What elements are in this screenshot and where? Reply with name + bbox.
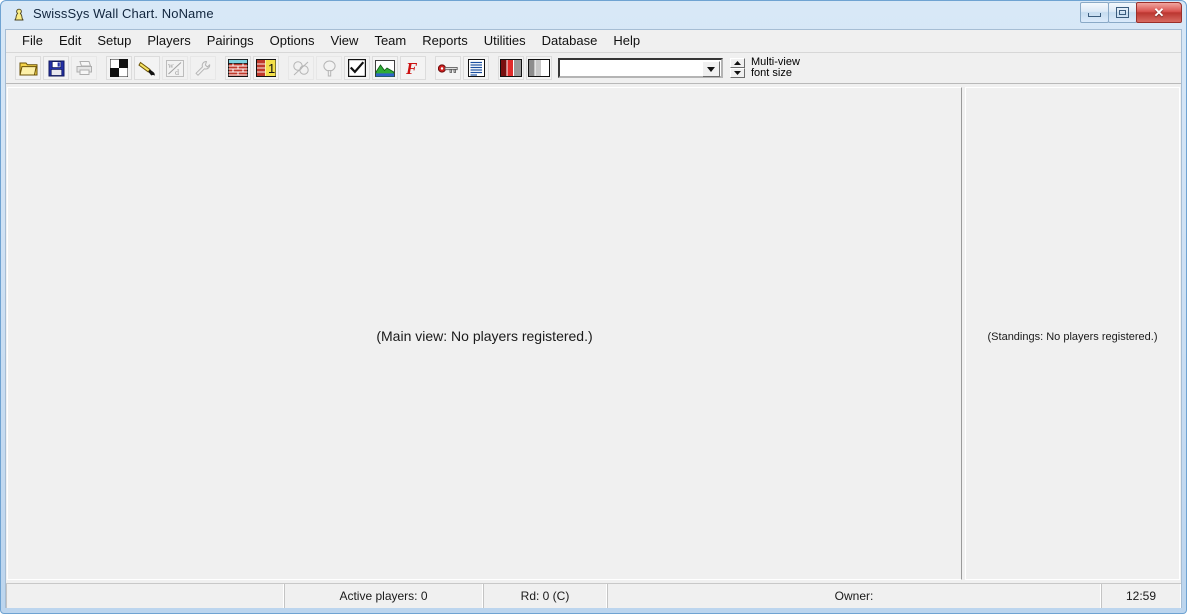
- status-cell-message: [6, 584, 284, 608]
- menu-item-database[interactable]: Database: [534, 30, 606, 52]
- round-one-button[interactable]: 1: [253, 56, 279, 80]
- menu-item-file[interactable]: File: [14, 30, 51, 52]
- print-button[interactable]: [71, 56, 97, 80]
- close-icon: ✕: [1153, 5, 1165, 20]
- checkbox-icon: [348, 59, 366, 77]
- chevron-down-icon[interactable]: [702, 61, 720, 77]
- save-floppy-icon: [48, 60, 65, 77]
- edit-pencil-button[interactable]: [134, 56, 160, 80]
- svg-text:F: F: [405, 59, 418, 77]
- menu-item-setup[interactable]: Setup: [89, 30, 139, 52]
- menu-bar: File Edit Setup Players Pairings Options…: [6, 30, 1181, 53]
- toolbar-separator: [491, 56, 498, 80]
- landscape-image-icon: [375, 59, 395, 77]
- application-window: SwissSys Wall Chart. NoName ✕ File Edit …: [0, 0, 1187, 614]
- minimize-button[interactable]: [1080, 2, 1109, 23]
- red-columns-icon: [500, 59, 522, 77]
- grey-columns-button[interactable]: [526, 56, 552, 80]
- magnifier-button[interactable]: [316, 56, 342, 80]
- title-bar[interactable]: SwissSys Wall Chart. NoName ✕: [5, 1, 1182, 29]
- status-cell-round: Rd: 0 (C): [483, 584, 607, 608]
- standings-pane[interactable]: (Standings: No players registered.): [965, 87, 1180, 580]
- toolbar-separator: [99, 56, 106, 80]
- svg-text:1: 1: [268, 61, 275, 76]
- toolbar-separator: [218, 56, 225, 80]
- wall-chart-button[interactable]: [225, 56, 251, 80]
- wall-chart-icon: [228, 59, 248, 77]
- pairings-button[interactable]: [288, 56, 314, 80]
- menu-item-view[interactable]: View: [322, 30, 366, 52]
- svg-text:w: w: [168, 61, 174, 70]
- window-title: SwissSys Wall Chart. NoName: [33, 6, 214, 21]
- magnifier-icon: [322, 60, 337, 77]
- landscape-image-button[interactable]: [372, 56, 398, 80]
- main-view-pane[interactable]: (Main view: No players registered.): [7, 87, 962, 580]
- menu-item-reports[interactable]: Reports: [414, 30, 476, 52]
- menu-item-help[interactable]: Help: [605, 30, 648, 52]
- round-one-card-icon: 1: [256, 59, 276, 77]
- toolbar-separator: [281, 56, 288, 80]
- open-folder-button[interactable]: [15, 56, 41, 80]
- tools-wrench-button[interactable]: [190, 56, 216, 80]
- spinner-down-button[interactable]: [730, 67, 745, 78]
- status-cell-active-players: Active players: 0: [284, 584, 483, 608]
- menu-item-team[interactable]: Team: [366, 30, 414, 52]
- red-columns-button[interactable]: [498, 56, 524, 80]
- report-list-button[interactable]: [463, 56, 489, 80]
- report-list-icon: [467, 59, 485, 77]
- toolbar: w d 1 F Multi-view font size: [6, 53, 1181, 84]
- client-area: File Edit Setup Players Pairings Options…: [5, 29, 1182, 608]
- fide-f-icon: F: [405, 59, 421, 77]
- key-icon: [438, 62, 458, 75]
- checkerboard-button[interactable]: [106, 56, 132, 80]
- chess-pawn-icon: [11, 7, 27, 23]
- menu-item-edit[interactable]: Edit: [51, 30, 89, 52]
- multiview-font-size-label: Multi-view font size: [751, 57, 800, 79]
- checkerboard-icon: [110, 59, 128, 77]
- multiview-font-size-combo[interactable]: [558, 58, 723, 78]
- win-draw-icon: w d: [166, 59, 184, 77]
- menu-item-utilities[interactable]: Utilities: [476, 30, 534, 52]
- status-cell-owner: Owner:: [607, 584, 1101, 608]
- status-bar: Active players: 0 Rd: 0 (C) Owner: 12:59: [6, 583, 1181, 608]
- save-button[interactable]: [43, 56, 69, 80]
- restore-button[interactable]: [1108, 2, 1137, 23]
- checkbox-button[interactable]: [344, 56, 370, 80]
- print-icon: [75, 60, 94, 76]
- close-button[interactable]: ✕: [1136, 2, 1182, 23]
- pairings-icon: [292, 60, 310, 77]
- minimize-icon: [1088, 13, 1101, 17]
- open-folder-icon: [18, 60, 38, 77]
- toolbar-separator: [428, 56, 435, 80]
- status-cell-clock: 12:59: [1101, 584, 1181, 608]
- standings-empty-message: (Standings: No players registered.): [987, 331, 1158, 343]
- spinner-label-line2: font size: [751, 67, 792, 79]
- grey-columns-icon: [528, 59, 550, 77]
- win-draw-button[interactable]: w d: [162, 56, 188, 80]
- restore-icon: [1116, 7, 1129, 18]
- svg-text:d: d: [175, 68, 179, 77]
- main-view-empty-message: (Main view: No players registered.): [376, 328, 593, 344]
- fide-rating-button[interactable]: F: [400, 56, 426, 80]
- panes-container: (Main view: No players registered.) (Sta…: [6, 85, 1181, 582]
- menu-item-options[interactable]: Options: [262, 30, 323, 52]
- menu-item-pairings[interactable]: Pairings: [199, 30, 262, 52]
- wrench-tools-icon: [194, 60, 212, 77]
- window-controls: ✕: [1080, 2, 1182, 23]
- menu-item-players[interactable]: Players: [139, 30, 198, 52]
- spinner-up-button[interactable]: [730, 57, 745, 68]
- pencil-edit-icon: [137, 60, 157, 77]
- multiview-font-size-spinner[interactable]: [730, 57, 745, 79]
- registration-key-button[interactable]: [435, 56, 461, 80]
